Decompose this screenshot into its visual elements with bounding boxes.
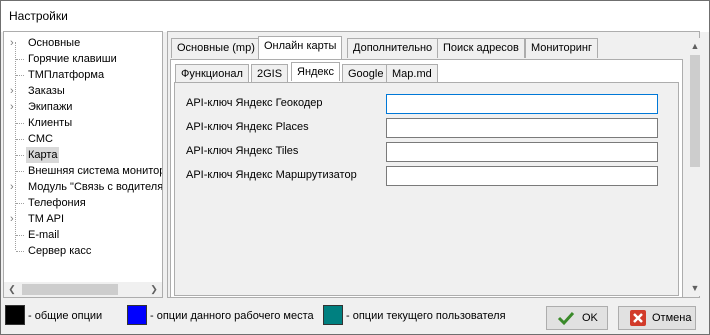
tab-main[interactable]: Мониторинг — [525, 38, 599, 58]
legend-label: - общие опции — [28, 310, 103, 322]
scroll-down-icon[interactable]: ▼ — [687, 280, 703, 296]
tree-item-label: Карта — [26, 147, 60, 163]
scrollbar-thumb[interactable] — [690, 55, 700, 167]
tree-connector — [16, 235, 24, 236]
api-key-label: API-ключ Яндекс Маршрутизатор — [186, 169, 357, 181]
tree-connector — [16, 251, 24, 252]
tree-item-label: Заказы — [28, 85, 65, 97]
tree-item[interactable]: › Заказы — [4, 83, 162, 99]
tree-connector — [16, 155, 24, 156]
scroll-up-icon[interactable]: ▲ — [687, 38, 703, 54]
tree-item-label: Модуль "Связь с водителя — [28, 181, 163, 193]
tree-item[interactable]: › TM API — [4, 211, 162, 227]
content-vertical-scrollbar[interactable]: ▲ ▼ — [687, 38, 703, 296]
tree-item-label: Клиенты — [28, 117, 73, 129]
tree-item-label: Горячие клавиши — [28, 53, 117, 65]
cancel-button[interactable]: Отмена — [618, 306, 696, 330]
scroll-right-icon[interactable]: ❯ — [146, 282, 162, 298]
tree-item-label: TM API — [28, 213, 65, 225]
tab-sub[interactable]: Map.md — [386, 64, 438, 83]
settings-tree[interactable]: › Основные Горячие клавиши ТМПлатформа › Зака… — [3, 31, 163, 298]
tree-item[interactable]: › Экипажи — [4, 99, 162, 115]
tree-connector — [16, 75, 24, 76]
tree-item-label: Внешняя система монитори — [28, 165, 163, 177]
tree-item-label: Основные — [28, 37, 81, 49]
ok-button[interactable]: OK — [546, 306, 608, 330]
tree-item[interactable]: › Основные — [4, 35, 162, 51]
legend-label: - опции текущего пользователя — [346, 310, 506, 322]
scroll-left-icon[interactable]: ❮ — [4, 282, 20, 298]
chevron-right-icon[interactable]: › — [10, 99, 20, 115]
cancel-button-label: Отмена — [652, 312, 692, 324]
api-key-input[interactable] — [386, 94, 658, 114]
api-key-label: API-ключ Яндекс Геокодер — [186, 97, 323, 109]
tree-item-label: Телефония — [28, 197, 86, 209]
api-key-label: API-ключ Яндекс Tiles — [186, 145, 299, 157]
tree-item[interactable]: Горячие клавиши — [4, 51, 162, 67]
tree-connector — [16, 203, 24, 204]
legend-swatch — [5, 305, 25, 325]
tree-connector — [16, 171, 24, 172]
tree-item[interactable]: СМС — [4, 131, 162, 147]
tab-main[interactable]: Поиск адресов — [437, 38, 525, 58]
tree-item[interactable]: E-mail — [4, 227, 162, 243]
tab-sub[interactable]: Функционал — [175, 64, 249, 83]
yandex-tab-panel — [174, 82, 679, 296]
tree-connector — [16, 139, 24, 140]
chevron-right-icon[interactable]: › — [10, 35, 20, 51]
tree-item[interactable]: Клиенты — [4, 115, 162, 131]
api-key-input[interactable] — [386, 166, 658, 186]
close-icon — [630, 310, 646, 326]
tree-horizontal-scrollbar[interactable]: ❮ ❯ — [3, 282, 163, 298]
tree-item-label: Экипажи — [28, 101, 73, 113]
api-key-input[interactable] — [386, 142, 658, 162]
tab-main[interactable]: Дополнительно — [347, 38, 439, 58]
tree-connector — [16, 59, 24, 60]
scrollbar-thumb[interactable] — [22, 284, 118, 295]
tree-item[interactable]: Карта — [4, 147, 162, 163]
legend-swatch — [323, 305, 343, 325]
title-bar: Настройки — [1, 1, 709, 32]
tree-connector — [16, 123, 24, 124]
tree-item[interactable]: Сервер касс — [4, 243, 162, 259]
legend-swatch — [127, 305, 147, 325]
tab-main[interactable]: Основные (mp) — [171, 38, 261, 58]
chevron-right-icon[interactable]: › — [10, 83, 20, 99]
tree-item[interactable]: › Модуль "Связь с водителя — [4, 179, 162, 195]
tree-item[interactable]: Внешняя система монитори — [4, 163, 162, 179]
checkmark-icon — [557, 311, 575, 326]
legend-label: - опции данного рабочего места — [150, 310, 314, 322]
tree-item[interactable]: ТМПлатформа — [4, 67, 162, 83]
ok-button-label: OK — [582, 312, 598, 324]
tab-sub[interactable]: 2GIS — [251, 64, 289, 83]
tree-item-label: ТМПлатформа — [28, 69, 105, 81]
tab-sub[interactable]: Google — [342, 64, 390, 83]
tab-sub[interactable]: Яндекс — [291, 62, 340, 81]
window-title: Настройки — [9, 9, 68, 23]
tree-item-label: СМС — [28, 133, 53, 145]
api-key-input[interactable] — [386, 118, 658, 138]
api-key-label: API-ключ Яндекс Places — [186, 121, 309, 133]
tree-item-label: E-mail — [28, 229, 60, 241]
tree-item-label: Сервер касс — [28, 245, 92, 257]
tree-item[interactable]: Телефония — [4, 195, 162, 211]
chevron-right-icon[interactable]: › — [10, 211, 20, 227]
tab-main[interactable]: Онлайн карты — [258, 36, 343, 59]
chevron-right-icon[interactable]: › — [10, 179, 20, 195]
